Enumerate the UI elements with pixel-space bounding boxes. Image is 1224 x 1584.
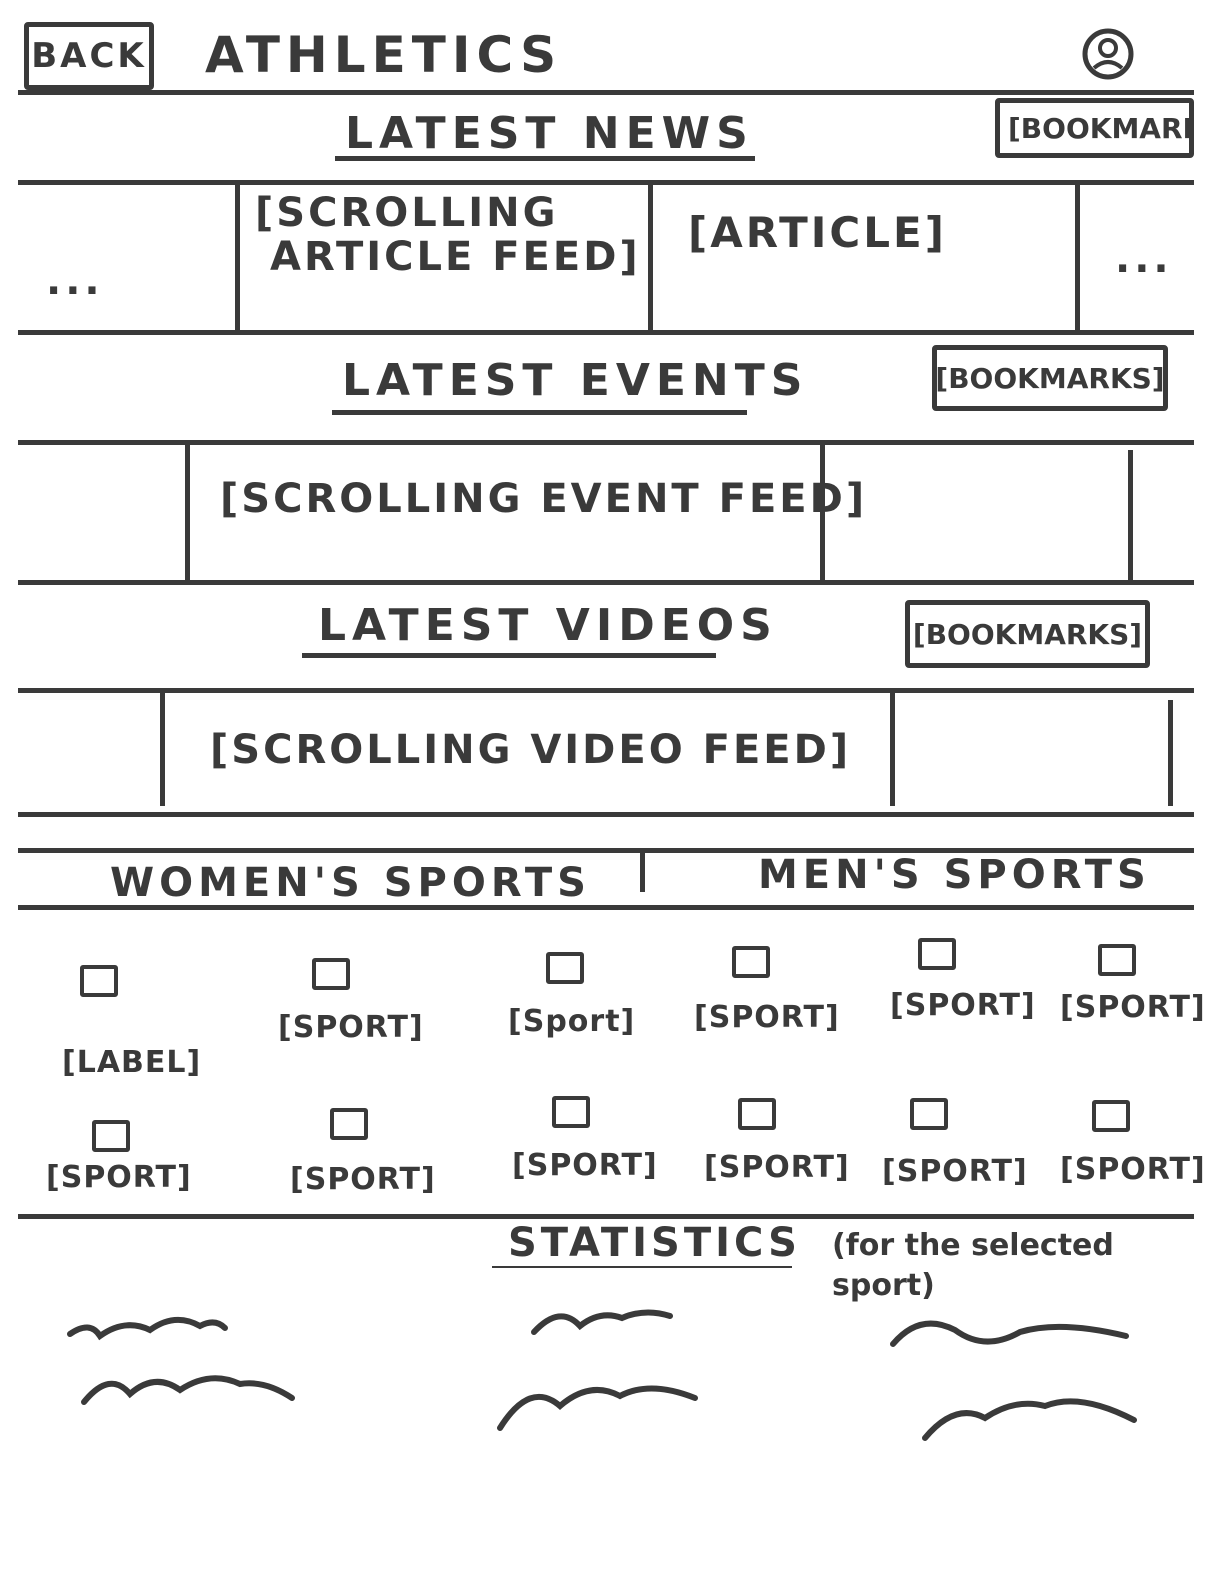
sport-label[interactable]: [SPORT]	[704, 1150, 850, 1185]
news-ellipsis-right: ...	[1115, 236, 1173, 282]
statistics-placeholder	[67, 1309, 1137, 1441]
sport-icon[interactable]	[552, 1096, 590, 1128]
sport-icon[interactable]	[1098, 944, 1136, 976]
stat-squiggle	[497, 1385, 698, 1431]
sport-label[interactable]: [Sport]	[508, 1004, 635, 1039]
sport-label[interactable]: [SPORT]	[512, 1148, 658, 1183]
page-title: ATHLETICS	[205, 26, 563, 84]
back-button-label: BACK	[31, 36, 147, 76]
sport-label[interactable]: [SPORT]	[278, 1010, 424, 1045]
sport-label[interactable]: [LABEL]	[62, 1045, 201, 1080]
video-feed-label: [SCROLLING VIDEO FEED]	[210, 727, 852, 773]
sport-label[interactable]: [SPORT]	[46, 1160, 192, 1195]
sport-icon[interactable]	[910, 1098, 948, 1130]
sport-icon[interactable]	[918, 938, 956, 970]
sport-label[interactable]: [SPORT]	[890, 988, 1036, 1023]
sport-label[interactable]: [SPORT]	[882, 1154, 1028, 1189]
sport-icon[interactable]	[330, 1108, 368, 1140]
stat-squiggle	[81, 1375, 295, 1405]
news-ellipsis-left: ...	[46, 258, 104, 304]
sport-icon[interactable]	[546, 952, 584, 984]
latest-news-title: LATEST NEWS	[345, 108, 754, 159]
videos-bookmarks-button[interactable]: [BOOKMARKS]	[905, 600, 1150, 668]
sport-label[interactable]: [SPORT]	[290, 1162, 436, 1197]
sport-icon[interactable]	[738, 1098, 776, 1130]
latest-videos-title: LATEST VIDEOS	[318, 600, 778, 651]
sport-label[interactable]: [SPORT]	[1060, 1152, 1206, 1187]
latest-events-title: LATEST EVENTS	[342, 355, 809, 406]
news-article-card[interactable]: [ARTICLE]	[688, 208, 947, 257]
event-feed-label: [SCROLLING EVENT FEED]	[220, 476, 868, 522]
sport-icon[interactable]	[92, 1120, 130, 1152]
stat-squiggle	[890, 1320, 1129, 1347]
stat-squiggle	[67, 1317, 228, 1341]
stat-squiggle	[531, 1309, 673, 1335]
user-icon[interactable]	[1080, 26, 1136, 82]
sport-icon[interactable]	[312, 958, 350, 990]
tab-womens-sports[interactable]: WOMEN'S SPORTS	[110, 860, 591, 906]
events-bookmarks-button[interactable]: [BOOKMARKS]	[932, 345, 1168, 411]
events-bookmarks-label: [BOOKMARKS]	[935, 361, 1165, 395]
sport-icon[interactable]	[80, 965, 118, 997]
sport-icon[interactable]	[1092, 1100, 1130, 1132]
back-button[interactable]: BACK	[24, 22, 154, 90]
news-feed-label-line1: [SCROLLING	[255, 190, 559, 236]
news-feed-label-line2: ARTICLE FEED]	[270, 234, 641, 280]
news-bookmarks-button[interactable]: [BOOKMARKS]	[995, 98, 1194, 158]
stat-squiggle	[922, 1398, 1137, 1441]
news-bookmarks-label: [BOOKMARKS]	[1008, 111, 1189, 145]
sport-label[interactable]: [SPORT]	[694, 1000, 840, 1035]
statistics-title: STATISTICS	[508, 1220, 801, 1266]
sport-icon[interactable]	[732, 946, 770, 978]
tab-mens-sports[interactable]: MEN'S SPORTS	[758, 852, 1151, 898]
sport-label[interactable]: [SPORT]	[1060, 990, 1206, 1025]
videos-bookmarks-label: [BOOKMARKS]	[912, 617, 1143, 651]
